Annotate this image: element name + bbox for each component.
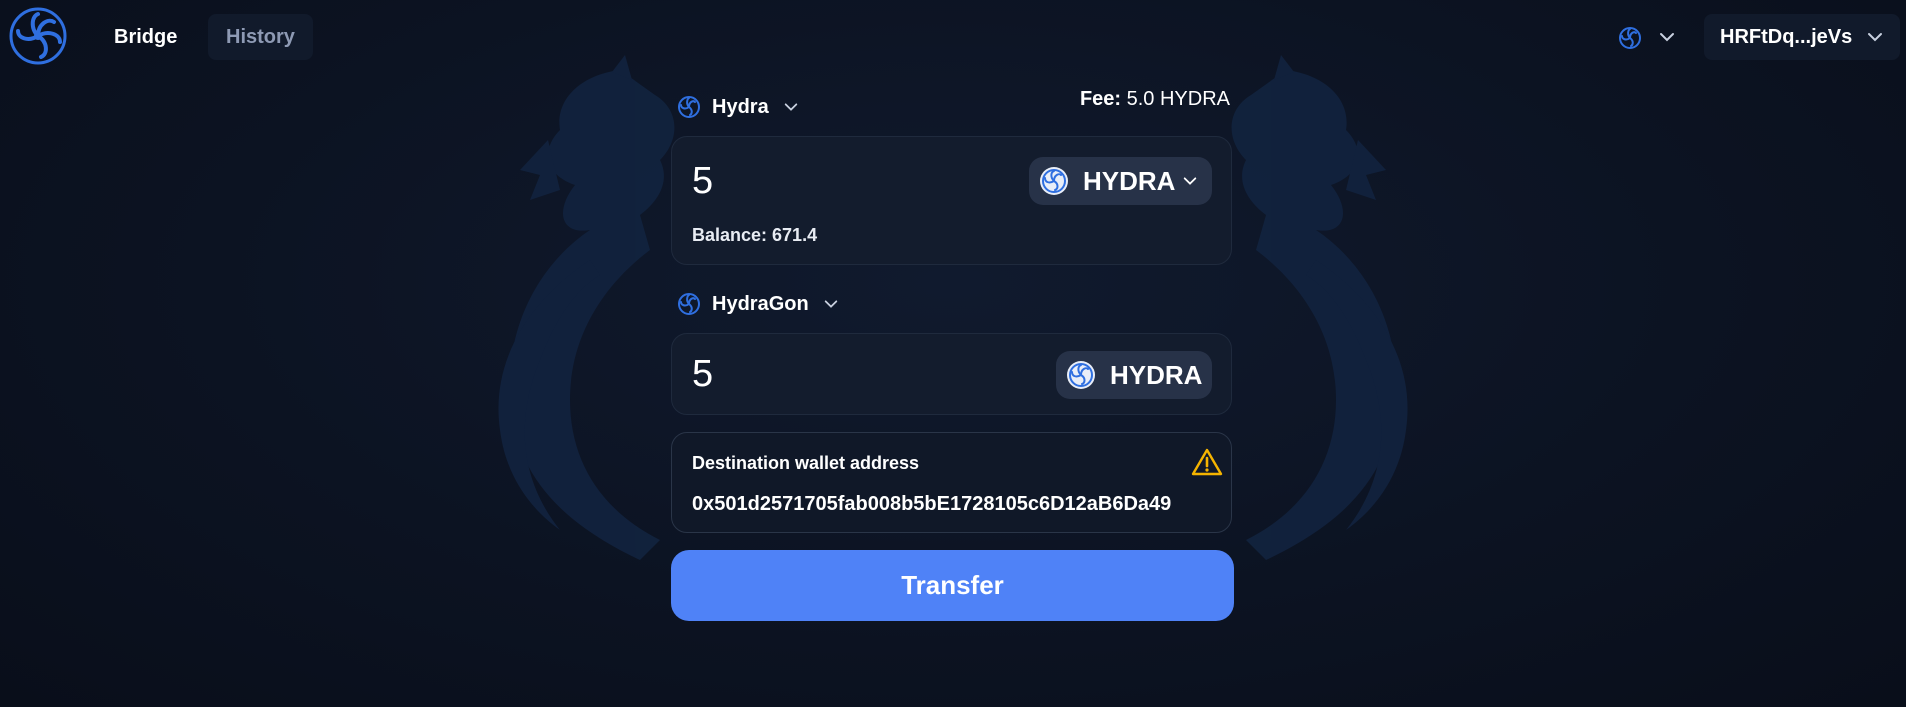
chevron-down-icon: [784, 103, 798, 111]
account-address: HRFtDq...jeVs: [1720, 26, 1853, 48]
destination-amount-panel: 5 HYDRA: [671, 333, 1232, 415]
destination-chain-name: HydraGon: [712, 293, 809, 315]
destination-token-symbol: HYDRA: [1110, 360, 1203, 390]
source-amount-panel: 5 HYDRA Balance: 671.4: [671, 136, 1232, 265]
source-chain-name: Hydra: [712, 96, 769, 118]
hydra-logo-icon[interactable]: [8, 6, 68, 66]
hydra-token-icon: [1040, 167, 1068, 195]
chevron-down-icon: [1183, 177, 1197, 185]
hydra-network-icon: [1619, 27, 1641, 49]
source-chain-selector[interactable]: Hydra: [677, 89, 807, 125]
chevron-down-icon: [824, 300, 838, 308]
balance-text: Balance: 671.4: [692, 225, 818, 245]
nav-history[interactable]: History: [208, 14, 313, 60]
destination-amount: 5: [692, 353, 714, 395]
chevron-down-icon: [1660, 33, 1674, 42]
hydra-chain-icon: [678, 96, 700, 118]
nav-bridge[interactable]: Bridge: [96, 14, 195, 60]
fee-value: 5.0 HYDRA: [1126, 88, 1230, 110]
hydra-token-icon: [1067, 361, 1095, 389]
network-switcher[interactable]: [1604, 14, 1690, 60]
top-header: Bridge History HRFtDq...jeVs: [0, 0, 1906, 75]
source-token-symbol: HYDRA: [1083, 166, 1176, 196]
transfer-button[interactable]: Transfer: [671, 550, 1234, 621]
destination-chain-selector[interactable]: HydraGon: [677, 286, 847, 322]
fee-label: Fee:: [1079, 88, 1122, 110]
destination-address-panel: Destination wallet address: [671, 432, 1232, 533]
destination-token: HYDRA: [1056, 351, 1212, 399]
source-amount-input[interactable]: 5: [692, 158, 713, 204]
fee-display: Fee: 5.0 HYDRA: [1060, 88, 1230, 111]
chevron-down-icon: [1868, 33, 1882, 42]
source-token-selector[interactable]: HYDRA: [1029, 157, 1212, 205]
account-button[interactable]: HRFtDq...jeVs: [1704, 14, 1900, 60]
destination-address-input[interactable]: [692, 489, 1212, 519]
destination-address-label: Destination wallet address: [692, 453, 920, 473]
hydragon-chain-icon: [678, 293, 700, 315]
warning-triangle-icon: [1191, 448, 1223, 476]
